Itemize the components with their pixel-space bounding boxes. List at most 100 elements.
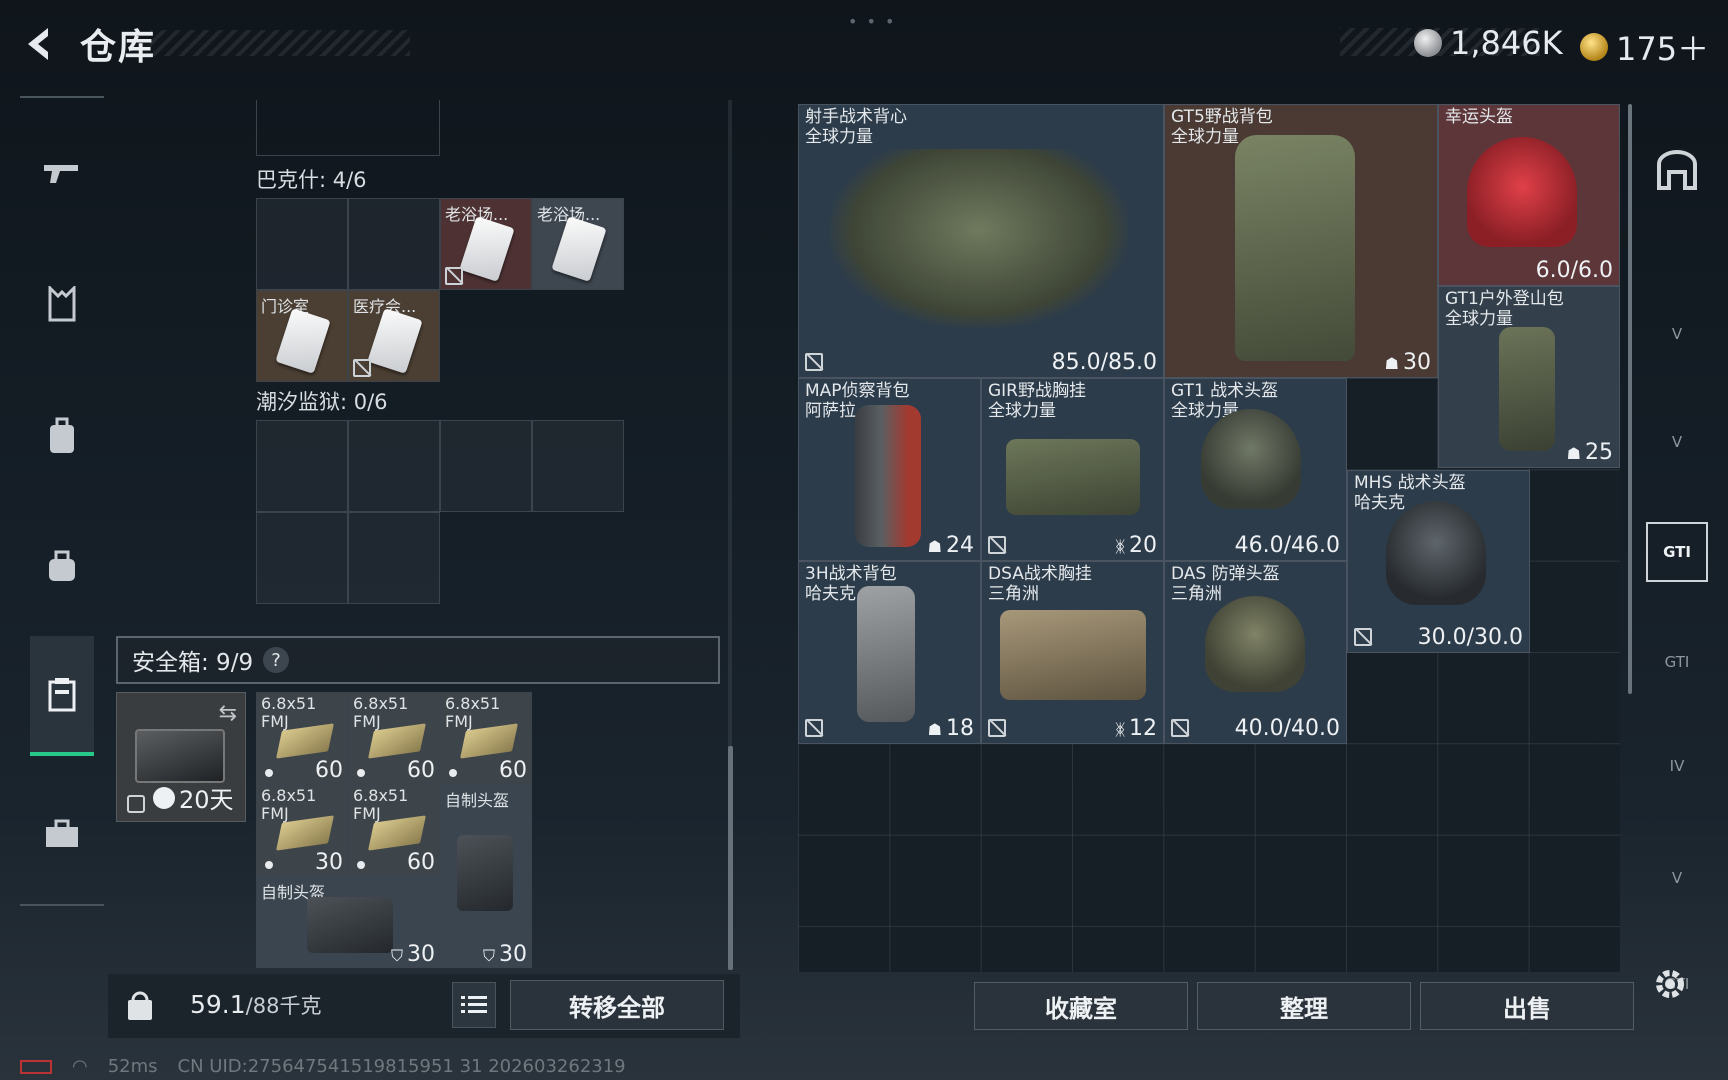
item-capacity-value: 25 [1585, 440, 1613, 465]
help-button[interactable]: ? [263, 647, 290, 673]
weight-lock-button[interactable] [112, 980, 168, 1032]
nav-weapon[interactable] [30, 140, 94, 204]
safebox-case[interactable]: ⇆ 20天 [116, 692, 246, 822]
keycard-tile[interactable]: 老浴场... [440, 198, 532, 290]
no-trade-icon [988, 536, 1006, 554]
ammo-name: 6.8x51 FMJ [261, 694, 317, 731]
page-title: 仓库 [80, 27, 157, 68]
left-scrollbar[interactable] [728, 746, 733, 970]
filter-gti-active[interactable]: GTI [1646, 522, 1708, 582]
item-capacity: ᛤ 20 [1115, 533, 1157, 558]
weight-readout: 59.1/88千克 [190, 990, 321, 1020]
weight-icon [128, 991, 152, 1020]
no-trade-icon [353, 359, 371, 377]
sort-button[interactable]: 整理 [1197, 982, 1411, 1030]
stash-item-helmet[interactable]: 幸运头盔 6.0/6.0 [1438, 104, 1620, 286]
keycard-tile[interactable]: 门诊室 [256, 290, 348, 382]
stash-item-chest-rig[interactable]: GIR野战胸挂 全球力量 ᛤ 20 [981, 378, 1164, 561]
ammo-count: 60 [499, 758, 527, 783]
silver-coin-icon [1414, 29, 1442, 57]
stash-item-backpack[interactable]: MAP侦察背包 阿萨拉 ☗ 24 [798, 378, 981, 561]
no-trade-icon [1354, 628, 1372, 646]
nav-safebox[interactable] [30, 636, 94, 756]
filter-armory[interactable] [1646, 140, 1708, 200]
filter-tier-5b[interactable]: V [1646, 412, 1708, 472]
transfer-all-button[interactable]: 转移全部 [510, 980, 724, 1030]
filter-tier-5[interactable]: V [1646, 304, 1708, 364]
chest-rig-image [1006, 439, 1140, 515]
bakshi-label: 巴克什: 4/6 [256, 168, 367, 192]
sell-button[interactable]: 出售 [1420, 982, 1634, 1030]
keycard-tile[interactable]: 医疗会... [348, 290, 440, 382]
ammo-tile[interactable]: 6.8x51 FMJ 60 [440, 692, 532, 784]
empty-slot[interactable] [348, 420, 440, 512]
ammo-tile[interactable]: 6.8x51 FMJ 60 [348, 692, 440, 784]
keycard-image [275, 308, 331, 374]
chest-rig-image [1000, 610, 1146, 700]
stash-item-helmet[interactable]: DAS 防弹头盔 三角洲 40.0/40.0 [1164, 561, 1347, 744]
stash-item-vest[interactable]: 射手战术背心 全球力量 85.0/85.0 [798, 104, 1164, 378]
backpack-image [857, 586, 915, 722]
no-trade-icon [1171, 719, 1189, 737]
helmet-tile[interactable]: 自制头盔 ⛉ 30 [440, 784, 532, 968]
empty-slot[interactable] [440, 420, 532, 512]
collection-button[interactable]: 收藏室 [974, 982, 1188, 1030]
ammo-tile[interactable]: 6.8x51 FMJ 30 [256, 784, 348, 876]
empty-slot[interactable] [256, 512, 348, 604]
item-name: 幸运头盔 [1445, 107, 1513, 127]
ammo-name: 6.8x51 FMJ [445, 694, 501, 731]
list-icon [461, 996, 487, 1013]
ammo-tile[interactable]: 6.8x51 FMJ 60 [348, 784, 440, 876]
backpack-small-icon: ☗ [1384, 354, 1399, 373]
helmet-image [1467, 137, 1577, 247]
empty-slot[interactable] [256, 420, 348, 512]
item-capacity: ☗ 30 [1385, 350, 1431, 375]
no-trade-icon [445, 267, 463, 285]
drag-handle[interactable]: • • • [848, 12, 896, 31]
empty-slot[interactable] [348, 198, 440, 290]
weight-max: /88千克 [245, 994, 322, 1018]
vest-small-icon: ᛤ [1115, 537, 1125, 556]
vest-image [829, 149, 1129, 329]
no-trade-icon [805, 353, 823, 371]
stash-item-backpack[interactable]: 3H战术背包 哈夫克 ☗ 18 [798, 561, 981, 744]
ammo-tile[interactable]: 6.8x51 FMJ 60 [256, 692, 348, 784]
stash-item-backpack[interactable]: GT1户外登山包 全球力量 ☗ 25 [1438, 286, 1620, 468]
empty-slot[interactable] [256, 198, 348, 290]
settings-button[interactable] [1648, 962, 1692, 1006]
status-dot [265, 769, 273, 777]
gear-icon [1656, 970, 1684, 998]
ammo-name: 6.8x51 FMJ [353, 694, 409, 731]
safebox-header: 安全箱: 9/9 ? [116, 636, 720, 684]
stash-item-helmet[interactable]: GT1 战术头盔 全球力量 46.0/46.0 [1164, 378, 1347, 561]
stash-item-helmet[interactable]: MHS 战术头盔 哈夫克 30.0/30.0 [1347, 470, 1530, 653]
helmet-image [1386, 501, 1486, 605]
stash-item-backpack[interactable]: GT5野战背包 全球力量 ☗ 30 [1164, 104, 1438, 378]
item-durability: 40.0/40.0 [1234, 716, 1340, 741]
currency-silver[interactable]: 1,846K [1414, 24, 1563, 62]
silver-amount: 1,846K [1450, 24, 1563, 62]
wifi-icon: ◠ [72, 1056, 88, 1077]
back-button[interactable] [18, 22, 62, 66]
backpack-image [855, 405, 921, 547]
gold-amount: 175＋ [1616, 30, 1710, 68]
keycard-tile[interactable]: 老浴场... [532, 198, 624, 290]
nav-toolbox[interactable] [30, 802, 94, 866]
ping-text: 52ms [107, 1056, 158, 1077]
swap-icon[interactable]: ⇆ [219, 701, 237, 726]
stash-item-chest-rig[interactable]: DSA战术胸挂 三角洲 ᛤ 12 [981, 561, 1164, 744]
filter-tier-4[interactable]: IV [1646, 736, 1708, 796]
helmet-durability-value: 30 [499, 942, 527, 967]
currency-gold[interactable]: 175＋ [1580, 24, 1709, 70]
right-scrollbar[interactable] [1628, 104, 1632, 694]
empty-slot[interactable] [348, 512, 440, 604]
empty-slot[interactable] [532, 420, 624, 512]
filter-tier-5c[interactable]: V [1646, 848, 1708, 908]
nav-bag[interactable] [30, 534, 94, 598]
list-view-button[interactable] [452, 982, 496, 1028]
filter-gti[interactable]: GTI [1646, 632, 1708, 692]
keycard-image [459, 216, 515, 282]
nav-backpack[interactable] [30, 404, 94, 468]
nav-vest[interactable] [30, 272, 94, 336]
helmet-tile[interactable]: 自制头盔 ⛉ 30 [256, 876, 440, 968]
